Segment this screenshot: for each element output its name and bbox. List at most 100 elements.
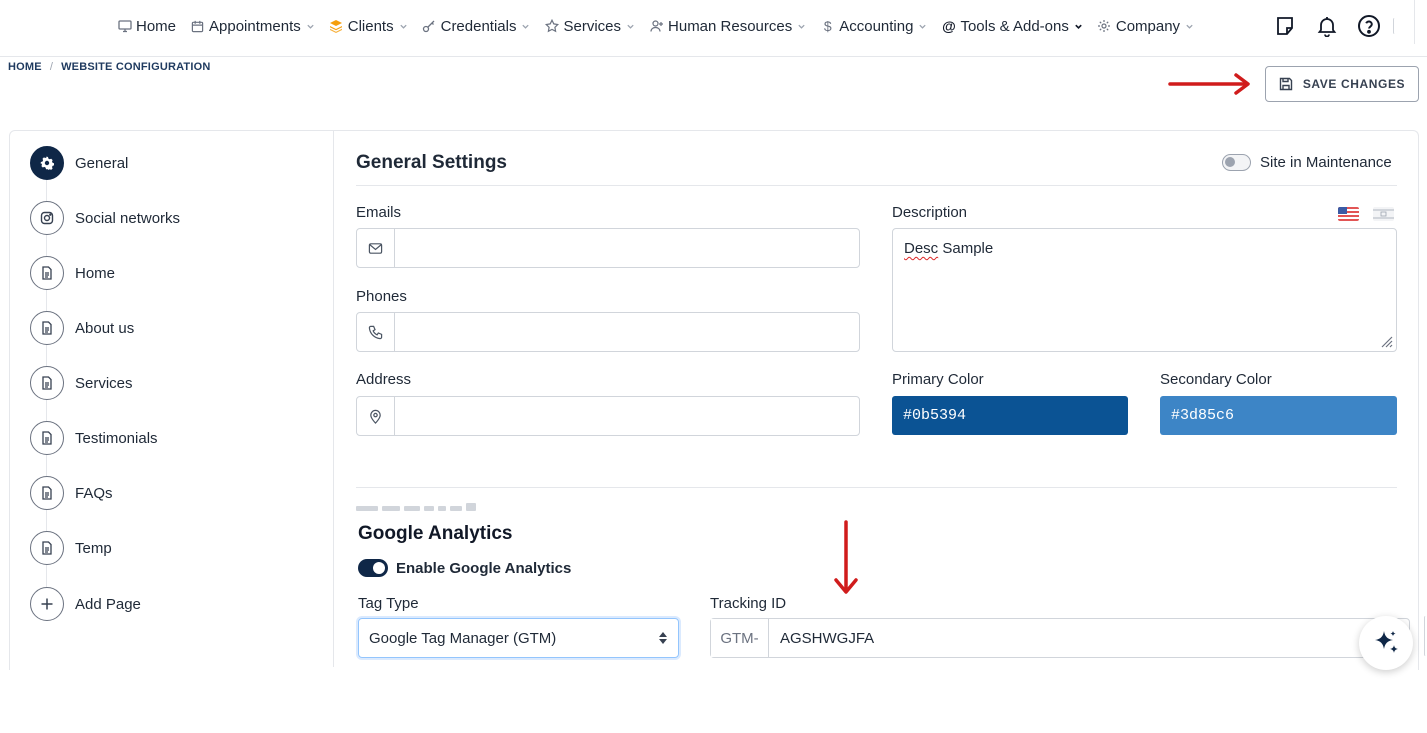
chevron-down-icon bbox=[307, 24, 314, 29]
emails-field[interactable] bbox=[395, 229, 859, 267]
section-divider bbox=[356, 487, 1397, 488]
document-icon bbox=[30, 311, 64, 345]
gear-icon bbox=[30, 146, 64, 180]
sidebar-item-temp[interactable]: Temp bbox=[30, 531, 112, 565]
sidebar-item-about-us[interactable]: About us bbox=[30, 311, 134, 345]
tracking-id-label: Tracking ID bbox=[710, 595, 787, 612]
sidebar-item-add-page[interactable]: Add Page bbox=[30, 587, 141, 621]
sidebar-item-label: Social networks bbox=[75, 209, 181, 227]
nav-item-accounting[interactable]: $ Accounting bbox=[820, 14, 927, 38]
breadcrumb-separator: / bbox=[49, 61, 54, 73]
sidebar-item-label: FAQs bbox=[75, 484, 113, 502]
tag-type-value: Google Tag Manager (GTM) bbox=[369, 629, 557, 647]
sidebar-item-label: Testimonials bbox=[75, 429, 158, 447]
chevron-down-icon bbox=[1186, 24, 1193, 29]
nav-item-label: Company bbox=[1115, 17, 1181, 35]
notes-icon[interactable] bbox=[1272, 13, 1298, 39]
document-icon bbox=[30, 421, 64, 455]
nav-item-appointments[interactable]: Appointments bbox=[190, 14, 315, 38]
phones-field[interactable] bbox=[395, 313, 859, 351]
maintenance-label: Site in Maintenance bbox=[1260, 154, 1392, 171]
document-icon bbox=[30, 531, 64, 565]
at-icon: @ bbox=[942, 18, 956, 34]
monitor-icon bbox=[117, 19, 132, 34]
nav-item-human-resources[interactable]: Human Resources bbox=[649, 14, 806, 38]
key-icon bbox=[422, 19, 437, 34]
sidebar-item-social-networks[interactable]: Social networks bbox=[30, 201, 180, 235]
enable-analytics-toggle[interactable] bbox=[358, 559, 388, 577]
nav-item-credentials[interactable]: Credentials bbox=[422, 14, 531, 38]
sidebar-item-label: General bbox=[75, 154, 129, 172]
tag-type-label: Tag Type bbox=[358, 595, 419, 612]
nav-item-company[interactable]: Company bbox=[1097, 14, 1194, 38]
secondary-color-picker[interactable]: #3d85c6 bbox=[1160, 396, 1397, 435]
sidebar-divider bbox=[333, 131, 334, 667]
breadcrumb-current: WEBSITE CONFIGURATION bbox=[61, 61, 211, 73]
description-label: Description bbox=[892, 204, 968, 221]
chevron-down-icon bbox=[1075, 24, 1082, 29]
ai-assistant-button[interactable] bbox=[1359, 616, 1413, 670]
nav-item-services[interactable]: Services bbox=[544, 14, 635, 38]
sparkle-icon bbox=[1375, 631, 1398, 653]
arrow-right-icon bbox=[1168, 73, 1250, 95]
nav-item-tools-addons[interactable]: @ Tools & Add-ons bbox=[941, 14, 1082, 38]
user-plus-icon bbox=[649, 19, 664, 34]
nav-item-home[interactable]: Home bbox=[117, 14, 176, 38]
description-text: Desc bbox=[904, 240, 939, 257]
bell-icon[interactable] bbox=[1314, 13, 1340, 39]
top-divider-vertical bbox=[1414, 0, 1415, 44]
sidebar-item-label: Temp bbox=[75, 539, 112, 557]
star-icon bbox=[544, 19, 559, 34]
maintenance-toggle[interactable] bbox=[1222, 154, 1251, 171]
enable-analytics-label: Enable Google Analytics bbox=[396, 559, 572, 577]
language-flag-icon[interactable] bbox=[1373, 207, 1394, 221]
breadcrumb-home[interactable]: HOME bbox=[8, 61, 42, 73]
page-title: General Settings bbox=[356, 152, 507, 173]
chevron-down-icon bbox=[399, 24, 407, 29]
phones-field-group bbox=[356, 312, 860, 352]
primary-color-label: Primary Color bbox=[892, 371, 984, 388]
nav-item-label: Human Resources bbox=[668, 17, 793, 35]
chevron-down-icon bbox=[627, 24, 634, 29]
save-icon bbox=[1279, 77, 1293, 91]
tracking-prefix: GTM- bbox=[711, 619, 769, 657]
primary-color-picker[interactable]: #0b5394 bbox=[892, 396, 1128, 435]
nav-actions bbox=[1272, 13, 1382, 39]
document-icon bbox=[30, 476, 64, 510]
save-button-label: SAVE CHANGES bbox=[1302, 77, 1406, 91]
us-flag-icon[interactable] bbox=[1338, 207, 1359, 221]
tracking-id-group: GTM- AGSHWGJFA bbox=[710, 618, 1410, 658]
select-arrows-icon bbox=[659, 632, 667, 644]
address-field-group bbox=[356, 396, 860, 436]
layers-icon bbox=[329, 19, 344, 34]
document-icon bbox=[30, 366, 64, 400]
breadcrumb: HOME / WEBSITE CONFIGURATION bbox=[8, 61, 211, 73]
nav-item-clients[interactable]: Clients bbox=[329, 14, 408, 38]
map-pin-icon bbox=[357, 397, 395, 435]
sidebar-item-label: Home bbox=[75, 264, 116, 282]
sidebar-item-faqs[interactable]: FAQs bbox=[30, 476, 113, 510]
nav-item-label: Home bbox=[136, 17, 177, 35]
chevron-down-icon bbox=[919, 24, 927, 29]
sidebar-item-home[interactable]: Home bbox=[30, 256, 115, 290]
address-field[interactable] bbox=[395, 397, 859, 435]
resize-handle-icon[interactable] bbox=[1379, 334, 1393, 348]
tag-type-select[interactable]: Google Tag Manager (GTM) bbox=[358, 618, 679, 658]
description-textarea[interactable]: Desc Sample bbox=[892, 228, 1397, 352]
analytics-title: Google Analytics bbox=[358, 523, 513, 544]
nav-item-label: Appointments bbox=[209, 17, 301, 35]
help-icon[interactable] bbox=[1356, 13, 1382, 39]
secondary-color-label: Secondary Color bbox=[1160, 371, 1272, 388]
instagram-icon bbox=[30, 201, 64, 235]
tracking-id-field[interactable]: AGSHWGJFA bbox=[769, 619, 1409, 657]
top-navbar: Home Appointments Clients Credentials Se… bbox=[0, 0, 1427, 54]
document-icon bbox=[30, 256, 64, 290]
dollar-icon: $ bbox=[823, 18, 832, 34]
avatar[interactable] bbox=[1393, 18, 1396, 34]
sidebar-item-general[interactable]: General bbox=[30, 146, 128, 180]
sidebar-item-testimonials[interactable]: Testimonials bbox=[30, 421, 158, 455]
sidebar-item-services[interactable]: Services bbox=[30, 366, 133, 400]
section-divider bbox=[356, 185, 1397, 186]
save-changes-button[interactable]: SAVE CHANGES bbox=[1265, 66, 1419, 102]
chevron-down-icon bbox=[522, 24, 530, 29]
